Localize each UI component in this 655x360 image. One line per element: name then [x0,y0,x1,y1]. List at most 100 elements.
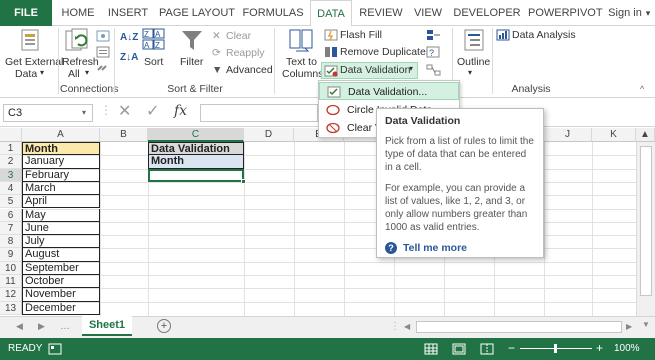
cell-c3-selected[interactable] [148,168,244,182]
refresh-all-label-2[interactable]: All [68,68,80,80]
chevron-down-icon[interactable]: ▾ [82,108,86,117]
get-external-data-label-2[interactable]: Data [15,68,37,80]
macro-record-icon[interactable] [48,343,62,355]
filter-button[interactable]: Filter [180,56,203,68]
outline-button[interactable]: Outline [457,56,490,68]
remove-duplicates-button[interactable]: Remove Duplicates [340,46,431,58]
column-header-j[interactable]: J [544,128,592,142]
tab-home[interactable]: HOME [58,0,98,26]
zoom-in-icon[interactable]: + [596,341,603,355]
zoom-level[interactable]: 100% [614,343,640,354]
row-header-11[interactable]: 11 [0,275,22,289]
fill-handle[interactable] [241,179,246,184]
cell-a5[interactable]: April [22,195,100,209]
more-sheets-icon[interactable]: … [60,321,70,332]
cell-a12[interactable]: November [22,288,100,302]
column-header-a[interactable]: A [22,128,100,142]
page-layout-view-icon[interactable] [452,343,466,355]
column-header-c[interactable]: C [148,128,244,142]
new-sheet-icon[interactable]: + [157,319,171,333]
what-if-analysis-icon[interactable]: ? [426,46,442,58]
previous-sheet-icon[interactable]: ◀ [16,321,23,332]
sign-in-link[interactable]: Sign in [606,0,644,26]
chevron-down-icon[interactable]: ▾ [40,68,44,77]
flash-fill-button[interactable]: Flash Fill [340,29,382,41]
edit-links-icon[interactable] [96,62,110,74]
sheet-tab-sheet1[interactable]: Sheet1 [82,316,132,336]
row-header-13[interactable]: 13 [0,301,22,315]
enter-icon[interactable]: ✓ [146,103,159,121]
sort-az-icon[interactable]: A↓Z [120,32,138,43]
row-header-6[interactable]: 6 [0,208,22,222]
reapply-button[interactable]: Reapply [226,47,265,59]
cell-a11[interactable]: October [22,275,100,289]
next-sheet-icon[interactable]: ▶ [38,321,45,332]
text-to-columns-label-2[interactable]: Columns [282,68,323,80]
cell-a1[interactable]: Month [22,142,100,156]
column-header-b[interactable]: B [100,128,148,142]
tell-me-more-link[interactable]: ? Tell me more [385,242,535,256]
row-header-5[interactable]: 5 [0,195,22,209]
normal-view-icon[interactable] [424,343,438,355]
row-header-8[interactable]: 8 [0,235,22,249]
connections-icon[interactable] [96,30,110,42]
page-break-view-icon[interactable] [480,343,494,355]
column-header-d[interactable]: D [244,128,294,142]
cell-a10[interactable]: September [22,261,100,275]
clear-button[interactable]: Clear [226,30,251,42]
cell-a6[interactable]: May [22,208,100,222]
sort-button[interactable]: Sort [144,56,163,68]
horizontal-scrollbar[interactable] [416,321,622,333]
insert-function-icon[interactable]: fx [174,103,187,119]
cell-c2[interactable]: Month [148,155,244,169]
zoom-out-icon[interactable]: − [508,341,515,355]
tab-file[interactable]: FILE [0,0,52,26]
tab-powerpivot[interactable]: POWERPIVOT [528,0,603,26]
cell-c1[interactable]: Data Validation [148,142,244,156]
tab-formulas[interactable]: FORMULAS [240,0,306,26]
cell-a13[interactable]: December [22,301,100,315]
tab-review[interactable]: REVIEW [358,0,404,26]
text-to-columns-label[interactable]: Text to [286,56,317,68]
row-header-1[interactable]: 1 [0,142,22,156]
row-header-7[interactable]: 7 [0,221,22,236]
scroll-right-icon[interactable]: ▶ [626,322,632,331]
tab-data[interactable]: DATA [310,0,352,27]
advanced-button[interactable]: Advanced [226,64,273,76]
sort-za-icon[interactable]: Z↓A [120,52,138,63]
cancel-icon[interactable]: ✕ [118,103,131,121]
cell-a9[interactable]: August [22,248,100,262]
row-header-4[interactable]: 4 [0,181,22,196]
chevron-down-icon[interactable]: ▾ [85,68,89,77]
zoom-slider-thumb[interactable] [554,344,557,353]
tab-insert[interactable]: INSERT [104,0,152,26]
cell-a4[interactable]: March [22,181,100,196]
scroll-left-icon[interactable]: ◀ [404,322,410,331]
formula-input[interactable] [200,104,318,122]
properties-icon[interactable] [96,46,110,58]
menu-item-data-validation[interactable]: Data Validation... [319,82,459,100]
tab-developer[interactable]: DEVELOPER [452,0,522,26]
data-analysis-button[interactable]: Data Analysis [512,29,576,41]
tab-page-layout[interactable]: PAGE LAYOUT [158,0,236,26]
cell-a8[interactable]: July [22,235,100,249]
chevron-down-icon[interactable]: ▾ [468,68,472,77]
data-validation-button[interactable]: Data Validation ▾ [321,62,418,79]
relationships-icon[interactable] [426,64,442,76]
column-header-k[interactable]: K [592,128,636,142]
cell-a7[interactable]: June [22,221,100,236]
select-all-corner[interactable] [0,128,22,142]
cell-a3[interactable]: February [22,168,100,182]
row-header-12[interactable]: 12 [0,288,22,302]
cell-a2[interactable]: January [22,155,100,169]
collapse-ribbon-icon[interactable]: ^ [640,84,644,94]
scroll-down-icon[interactable]: ▼ [642,320,650,329]
tab-view[interactable]: VIEW [410,0,446,26]
vertical-scroll-thumb[interactable] [640,146,652,296]
account-chevron-icon[interactable]: ▾ [642,0,654,26]
row-header-9[interactable]: 9 [0,248,22,262]
row-header-3[interactable]: 3 [0,168,22,182]
refresh-all-label[interactable]: Refresh [62,56,99,68]
scroll-up-icon[interactable]: ▲ [636,128,655,142]
name-box[interactable]: C3 [3,104,93,122]
